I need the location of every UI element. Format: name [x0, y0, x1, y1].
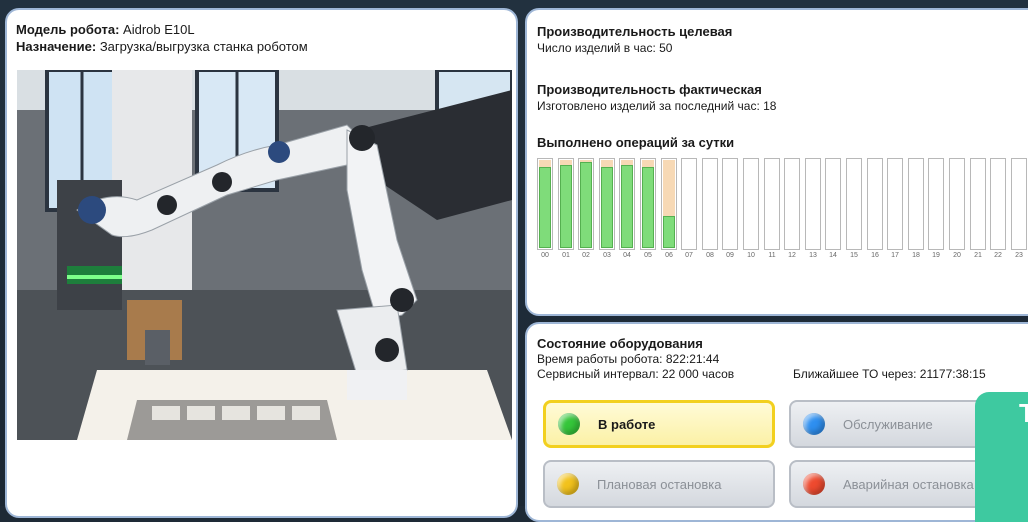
hour-bar-16 — [867, 158, 883, 250]
hour-tick-label: 14 — [829, 252, 837, 259]
hour-tick-label: 19 — [932, 252, 940, 259]
hour-tick-label: 21 — [974, 252, 982, 259]
hour-tick-label: 15 — [850, 252, 858, 259]
hour-tick-label: 03 — [603, 252, 611, 259]
hour-bar-00 — [537, 158, 553, 250]
hour-bar-done-04 — [621, 165, 633, 248]
hour-bar-20 — [949, 158, 965, 250]
hour-tick-label: 06 — [665, 252, 673, 259]
hour-tick-label: 23 — [1015, 252, 1023, 259]
hour-tick-label: 01 — [562, 252, 570, 259]
state-button-working[interactable]: В работе — [543, 400, 775, 448]
robot-purpose-value: Загрузка/выгрузка станка роботом — [99, 39, 308, 54]
hour-tick-label: 07 — [685, 252, 693, 259]
hour-bar-08 — [702, 158, 718, 250]
overlay-tag: T — [975, 392, 1028, 522]
robot-camera-image — [17, 70, 512, 440]
blue-status-icon — [803, 413, 825, 435]
hour-tick-label: 05 — [644, 252, 652, 259]
hour-tick-label: 00 — [541, 252, 549, 259]
robot-uptime: Время работы робота: 822:21:44 — [537, 352, 720, 366]
state-label-planned-stop: Плановая остановка — [597, 476, 722, 492]
state-label-emergency-stop: Аварийная остановка — [843, 476, 974, 492]
hour-tick-label: 18 — [912, 252, 920, 259]
hour-tick-label: 20 — [953, 252, 961, 259]
hour-tick-label: 09 — [726, 252, 734, 259]
hour-bar-15 — [846, 158, 862, 250]
hour-bar-done-02 — [580, 162, 592, 248]
hour-tick-label: 13 — [809, 252, 817, 259]
hour-bar-done-00 — [539, 167, 551, 248]
hour-tick-label: 08 — [706, 252, 714, 259]
yellow-status-icon — [557, 473, 579, 495]
hour-bar-05 — [640, 158, 656, 250]
robot-model-value: Aidrob E10L — [123, 22, 195, 37]
robot-model-line: Модель робота: Aidrob E10L — [16, 22, 195, 38]
hour-tick-label: 02 — [582, 252, 590, 259]
productivity-panel: Производительность целевая Число изделий… — [525, 8, 1028, 316]
hour-bar-18 — [908, 158, 924, 250]
hour-bar-done-05 — [642, 167, 654, 248]
hour-bar-19 — [928, 158, 944, 250]
hour-bar-23 — [1011, 158, 1027, 250]
hour-bar-09 — [722, 158, 738, 250]
robot-model-label: Модель робота: — [16, 22, 120, 37]
target-productivity-title: Производительность целевая — [537, 24, 733, 39]
hour-bar-10 — [743, 158, 759, 250]
hour-tick-label: 22 — [994, 252, 1002, 259]
hour-bar-06 — [661, 158, 677, 250]
hour-bar-done-03 — [601, 167, 613, 248]
equipment-state-panel: Состояние оборудования Время работы робо… — [525, 322, 1028, 522]
green-status-icon — [558, 413, 580, 435]
service-interval: Сервисный интервал: 22 000 часов — [537, 367, 735, 381]
equipment-state-title: Состояние оборудования — [537, 336, 703, 351]
hour-bar-11 — [764, 158, 780, 250]
hour-bar-done-01 — [560, 165, 572, 248]
hour-bar-done-06 — [663, 216, 675, 248]
hour-tick-label: 04 — [623, 252, 631, 259]
overlay-tag-letter: T — [1019, 398, 1028, 428]
robot-purpose-label: Назначение: — [16, 39, 97, 54]
target-productivity-value: Число изделий в час: 50 — [537, 41, 673, 55]
state-label-working: В работе — [598, 416, 656, 432]
hour-bar-07 — [681, 158, 697, 250]
hour-tick-label: 16 — [871, 252, 879, 259]
robot-info-panel: Модель робота: Aidrob E10L Назначение: З… — [5, 8, 518, 518]
hour-bar-01 — [558, 158, 574, 250]
hour-bar-22 — [990, 158, 1006, 250]
hour-tick-label: 17 — [891, 252, 899, 259]
hour-bar-12 — [784, 158, 800, 250]
hour-bar-14 — [825, 158, 841, 250]
actual-productivity-value: Изготовлено изделий за последний час: 18 — [537, 99, 777, 113]
state-button-planned-stop[interactable]: Плановая остановка — [543, 460, 775, 508]
hour-bar-17 — [887, 158, 903, 250]
hour-tick-label: 12 — [788, 252, 796, 259]
hour-tick-label: 11 — [768, 252, 776, 259]
red-status-icon — [803, 473, 825, 495]
hour-bar-13 — [805, 158, 821, 250]
state-label-maintenance: Обслуживание — [843, 416, 933, 432]
hour-bar-21 — [970, 158, 986, 250]
next-service: Ближайшее ТО через: 21177:38:15 — [793, 367, 986, 381]
daily-operations-title: Выполнено операций за сутки — [537, 135, 735, 150]
hour-bar-04 — [619, 158, 635, 250]
hour-bar-03 — [599, 158, 615, 250]
hour-tick-label: 10 — [747, 252, 755, 259]
hour-bar-02 — [578, 158, 594, 250]
robot-purpose-line: Назначение: Загрузка/выгрузка станка роб… — [16, 39, 308, 55]
actual-productivity-title: Производительность фактическая — [537, 82, 762, 97]
